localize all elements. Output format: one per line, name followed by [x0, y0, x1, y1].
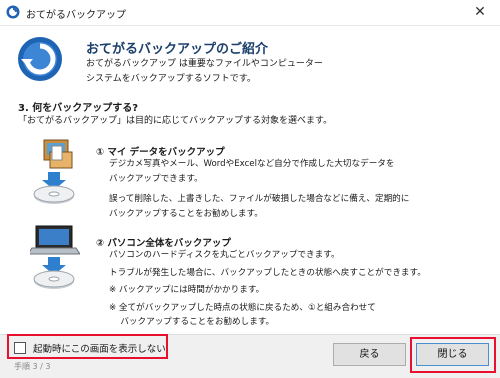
step-indicator: 手順 3 / 3	[14, 362, 51, 371]
section2-line: ※ 全てがバックアップした時点の状態に戻るため、①と組み合わせて	[109, 302, 376, 313]
app-icon	[6, 5, 20, 19]
close-button[interactable]: 閉じる	[416, 343, 489, 366]
title-bar: おてがるバックアップ ✕	[0, 0, 500, 26]
intro-line: おてがるバックアップ は重要なファイルやコンピューター	[86, 59, 323, 69]
dont-show-label[interactable]: 起動時にこの画面を表示しない	[33, 341, 166, 355]
intro-line: システムをバックアップするソフトです。	[86, 74, 256, 84]
section1-line: バックアップできます。	[109, 173, 203, 184]
section2-line: パソコンのハードディスクを丸ごとバックアップできます。	[109, 250, 340, 260]
question-description: 「おてがるバックアップ」は目的に応じてバックアップする対象を選べます。	[18, 116, 333, 126]
intro-heading: おてがるバックアップのご紹介	[86, 42, 269, 57]
section2-line: ※ バックアップには時間がかかります。	[109, 285, 265, 295]
back-button[interactable]: 戻る	[333, 343, 406, 366]
section1-body: デジカメ写真やメール、WordやExcelなど自分で作成した大切なデータを バッ…	[109, 157, 409, 221]
question-title: 3. 何をバックアップする?	[18, 103, 139, 114]
section1-line: デジカメ写真やメール、WordやExcelなど自分で作成した大切なデータを	[109, 159, 395, 169]
section1-title: ① マイ データをバックアップ	[96, 147, 225, 158]
pc-backup-icon	[30, 225, 80, 289]
section1-line: 誤って削除した、上書きした、ファイルが破損した場合などに備え、定期的に	[109, 194, 410, 204]
section1-line: バックアップすることをお勧めします。	[109, 208, 263, 219]
intro-text: おてがるバックアップ は重要なファイルやコンピューター システムをバックアップす…	[86, 57, 323, 87]
dont-show-checkbox[interactable]	[14, 342, 26, 354]
section2-line: トラブルが発生した場合に、バックアップしたときの状態へ戻すことができます。	[109, 267, 426, 278]
section2-line: バックアップすることをお勧めします。	[109, 317, 275, 327]
data-backup-icon	[33, 139, 75, 204]
section2-body: パソコンのハードディスクを丸ごとバックアップできます。 トラブルが発生した場合に…	[109, 248, 426, 330]
section2-title: ② パソコン全体をバックアップ	[96, 238, 231, 249]
close-icon[interactable]: ✕	[460, 0, 500, 25]
window-title: おてがるバックアップ	[26, 10, 126, 21]
backup-logo-icon	[18, 37, 62, 81]
